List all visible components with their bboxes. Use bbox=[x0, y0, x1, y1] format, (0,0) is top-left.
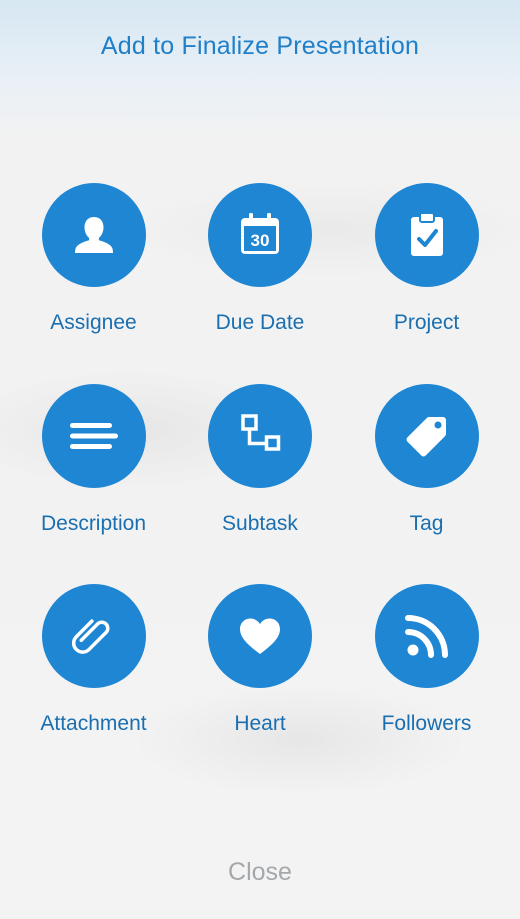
rss-icon bbox=[404, 615, 448, 658]
person-icon bbox=[74, 217, 113, 253]
subtask-action[interactable]: Subtask bbox=[177, 383, 343, 585]
followers-action[interactable]: Followers bbox=[343, 584, 510, 785]
calendar-day-text: 30 bbox=[251, 231, 270, 250]
subtask-label: Subtask bbox=[222, 511, 298, 535]
heart-button[interactable] bbox=[208, 584, 312, 688]
heart-label: Heart bbox=[234, 712, 286, 735]
tag-label: Tag bbox=[409, 511, 444, 535]
due-date-action[interactable]: 30 Due Date bbox=[177, 183, 343, 384]
assignee-action[interactable]: Assignee bbox=[10, 183, 177, 384]
due-date-label: Due Date bbox=[215, 311, 305, 334]
subtask-button[interactable] bbox=[208, 383, 312, 488]
tag-action[interactable]: Tag bbox=[343, 383, 510, 585]
clipboard-check-icon bbox=[410, 212, 443, 256]
attachment-button[interactable] bbox=[41, 584, 146, 688]
tag-button[interactable] bbox=[374, 383, 479, 488]
text-lines-icon bbox=[69, 422, 118, 449]
project-label: Project bbox=[393, 311, 460, 334]
sheet-title: Add to Finalize Presentation bbox=[100, 32, 420, 60]
followers-label: Followers bbox=[381, 712, 472, 735]
due-date-button[interactable]: 30 bbox=[208, 183, 312, 287]
paperclip-icon bbox=[71, 619, 109, 654]
tag-icon bbox=[406, 416, 446, 456]
description-action[interactable]: Description bbox=[10, 383, 177, 585]
attachment-label: Attachment bbox=[40, 712, 147, 735]
heart-icon bbox=[240, 618, 280, 654]
project-action[interactable]: Project bbox=[343, 183, 510, 384]
calendar-icon: 30 bbox=[241, 213, 279, 254]
add-to-task-sheet: Add to Finalize Presentation Assignee 30 bbox=[0, 0, 520, 919]
attachment-action[interactable]: Attachment bbox=[10, 584, 177, 785]
description-button[interactable] bbox=[41, 383, 146, 488]
assignee-button[interactable] bbox=[41, 183, 146, 287]
subtask-icon bbox=[241, 413, 281, 451]
assignee-label: Assignee bbox=[50, 311, 137, 334]
followers-button[interactable] bbox=[374, 584, 479, 688]
heart-action[interactable]: Heart bbox=[177, 584, 343, 785]
action-grid: Assignee 30 Due Date Project Description… bbox=[10, 183, 510, 785]
description-label: Description bbox=[40, 511, 147, 535]
project-button[interactable] bbox=[374, 183, 479, 287]
close-button[interactable]: Close bbox=[0, 858, 520, 887]
